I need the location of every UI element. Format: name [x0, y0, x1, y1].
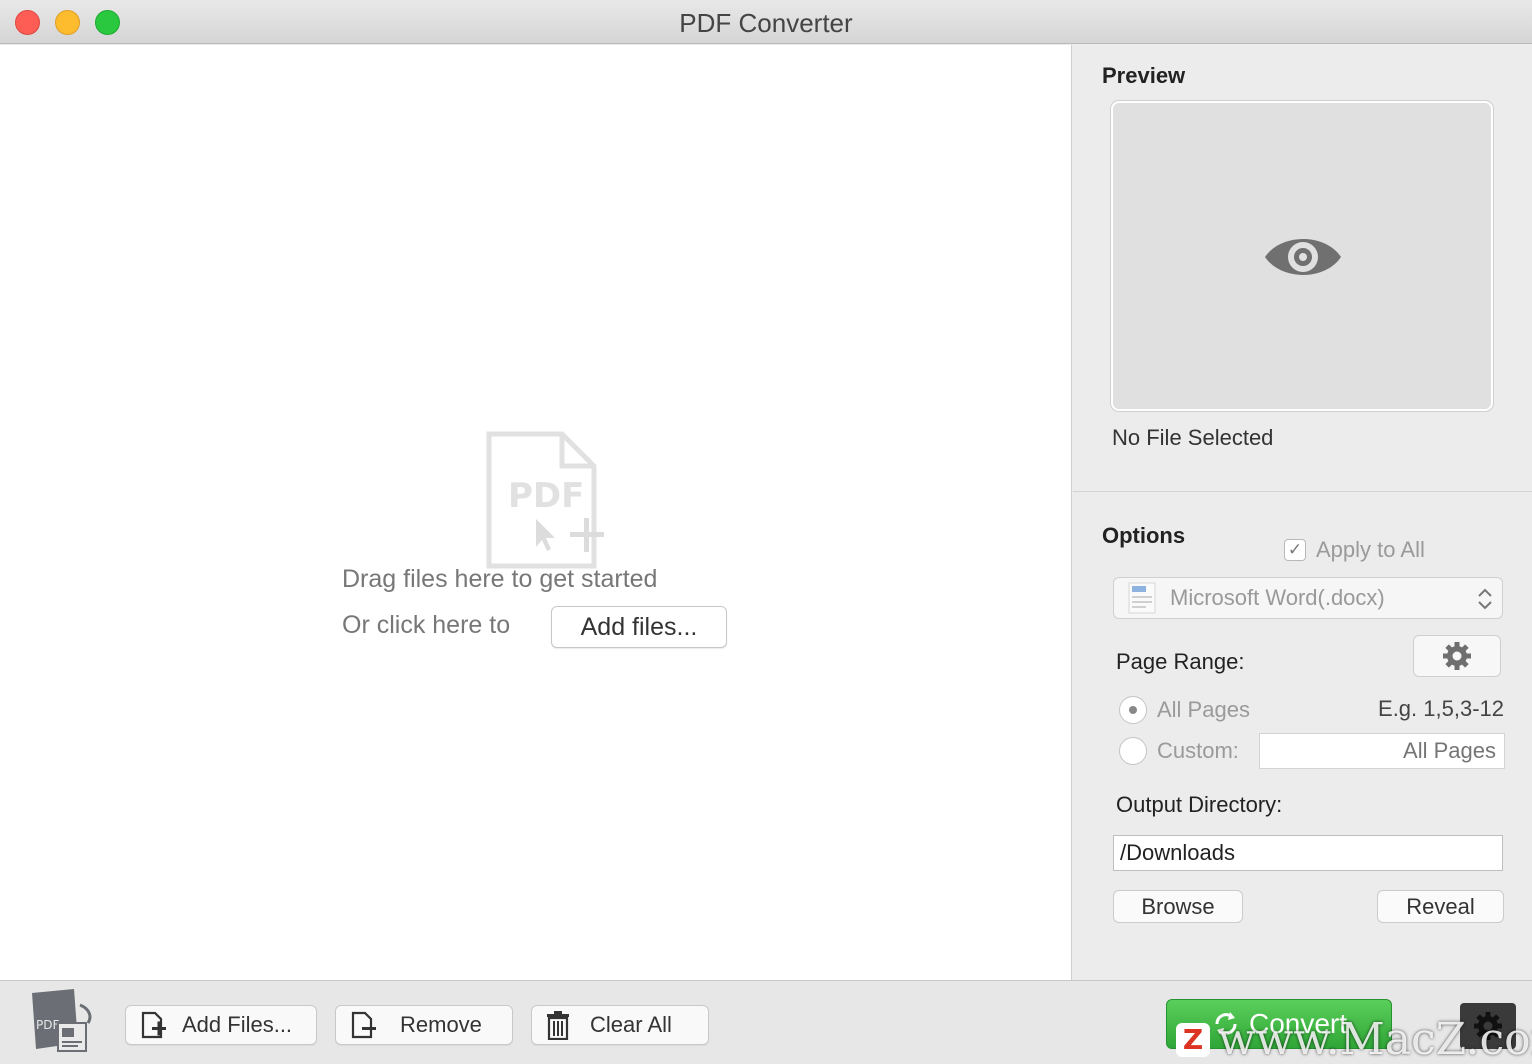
app-logo-icon: PDF	[32, 989, 92, 1052]
apply-to-all-checkbox[interactable]: ✓ Apply to All	[1284, 537, 1425, 563]
pdf-add-file-icon: PDF	[486, 431, 604, 569]
clear-all-button[interactable]: Clear All	[531, 1005, 709, 1045]
add-file-icon	[141, 1011, 166, 1039]
remove-file-icon	[351, 1011, 376, 1039]
output-format-select[interactable]: Microsoft Word(.docx)	[1113, 577, 1503, 619]
remove-button[interactable]: Remove	[335, 1005, 513, 1045]
window-title: PDF Converter	[679, 8, 853, 38]
clear-all-label: Clear All	[590, 1012, 672, 1037]
remove-label: Remove	[400, 1012, 482, 1037]
format-settings-button[interactable]	[1413, 635, 1501, 677]
trash-icon	[547, 1011, 569, 1040]
add-files-inline-button[interactable]: Add files...	[551, 606, 727, 648]
custom-pages-input[interactable]	[1259, 733, 1505, 769]
chevron-updown-icon	[1478, 588, 1492, 610]
watermark-badge: Z	[1176, 1022, 1210, 1057]
file-drop-zone[interactable]: PDF Drag files here to get started Or cl…	[0, 45, 1072, 980]
app-logo-label: PDF	[36, 1018, 59, 1032]
selected-format: Microsoft Word(.docx)	[1170, 585, 1385, 610]
all-pages-radio[interactable]: All Pages	[1119, 696, 1250, 724]
output-directory-label: Output Directory:	[1116, 792, 1283, 817]
all-pages-label: All Pages	[1157, 697, 1250, 722]
pdf-icon-label: PDF	[508, 476, 584, 516]
preview-status: No File Selected	[1112, 425, 1274, 450]
click-here-hint: Or click here to	[342, 611, 511, 639]
eye-icon	[1265, 239, 1341, 275]
checkmark-icon: ✓	[1284, 539, 1306, 561]
page-range-label: Page Range:	[1116, 649, 1245, 674]
watermark: Z www.MacZ.com	[1176, 1014, 1532, 1064]
options-heading: Options	[1102, 523, 1186, 548]
radio-selected-icon	[1119, 696, 1147, 724]
drag-files-hint: Drag files here to get started	[342, 565, 658, 593]
radio-unselected-icon	[1119, 737, 1147, 765]
side-panel: Preview No File Selected Options ✓ Apply…	[1073, 45, 1532, 980]
output-directory-input[interactable]	[1113, 835, 1503, 871]
preview-heading: Preview	[1102, 63, 1186, 88]
watermark-text: www.MacZ.com	[1218, 1014, 1532, 1064]
browse-button[interactable]: Browse	[1113, 890, 1243, 923]
apply-to-all-label: Apply to All	[1316, 537, 1425, 562]
page-range-example: E.g. 1,5,3-12	[1378, 696, 1504, 721]
add-files-button[interactable]: Add Files...	[125, 1005, 317, 1045]
reveal-button[interactable]: Reveal	[1377, 890, 1504, 923]
panel-divider	[1073, 491, 1532, 492]
preview-area	[1111, 101, 1493, 411]
word-document-icon	[1128, 582, 1156, 614]
add-files-label: Add Files...	[182, 1012, 293, 1037]
gear-icon	[1443, 642, 1471, 670]
custom-label: Custom:	[1157, 738, 1239, 763]
custom-pages-radio[interactable]: Custom:	[1119, 737, 1239, 765]
title-bar: PDF Converter	[0, 0, 1532, 44]
